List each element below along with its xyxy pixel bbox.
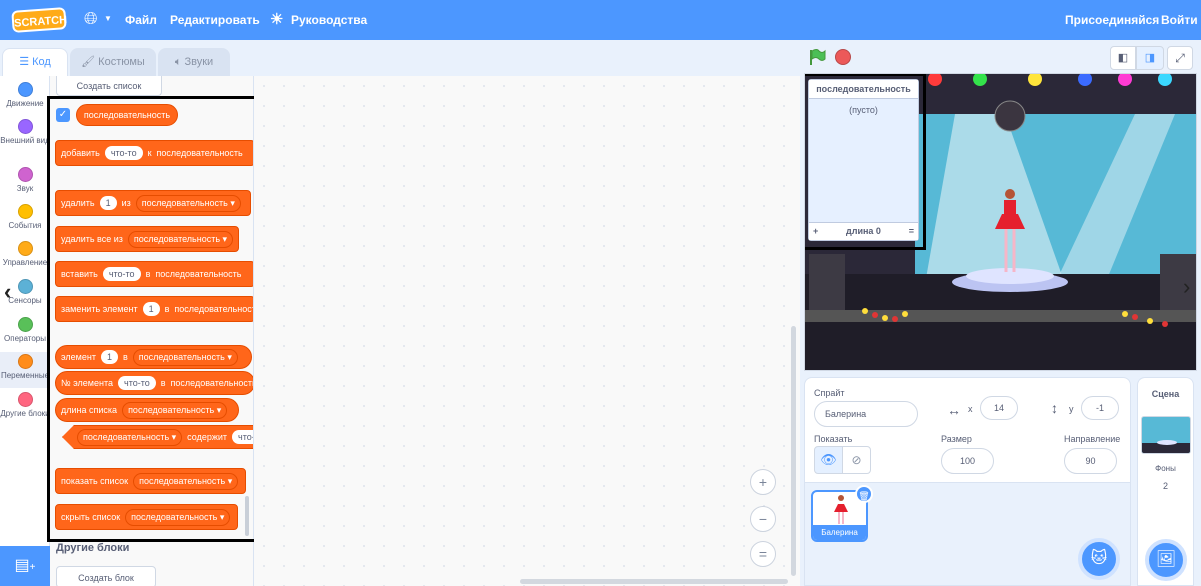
menu-edit[interactable]: Редактировать xyxy=(170,13,260,27)
more-blocks-heading: Другие блоки xyxy=(56,542,130,554)
sprite-list: Балерина 🗑︎ 🐱︎ xyxy=(804,483,1131,586)
scene-title: Сцена xyxy=(1151,389,1180,399)
join-link[interactable]: Присоединяйся xyxy=(1065,13,1159,27)
backdrop-thumbnail[interactable] xyxy=(1141,416,1191,454)
make-list-button[interactable]: Создать список xyxy=(56,76,162,96)
operators-dot-icon xyxy=(17,317,33,332)
chevron-down-icon: ▼ xyxy=(104,14,112,23)
code-area[interactable]: + − = xyxy=(254,76,800,586)
direction-field[interactable]: 90 xyxy=(1064,448,1117,474)
size-label: Размер xyxy=(941,434,972,444)
zoom-out-button[interactable]: − xyxy=(750,506,776,532)
category-looks[interactable]: Внешний вид xyxy=(0,119,50,146)
signin-link[interactable]: Войти xyxy=(1161,13,1198,27)
add-extension-button[interactable]: ▤+ xyxy=(0,546,50,586)
vertical-scrollbar[interactable] xyxy=(791,326,796,576)
category-sound[interactable]: Звук xyxy=(0,167,50,194)
looks-dot-icon xyxy=(17,119,33,134)
lightbulb-icon: ☀ xyxy=(270,11,284,28)
scratch-logo[interactable]: SCRATCH xyxy=(11,7,67,33)
stage[interactable]: последовательность (пусто) + длина 0 = › xyxy=(804,73,1197,371)
small-stage-button[interactable]: ◧ xyxy=(1110,46,1136,70)
highlight-frame xyxy=(47,96,261,542)
horizontal-scrollbar[interactable] xyxy=(520,579,788,584)
my-blocks-dot-icon xyxy=(17,392,33,407)
y-label: y xyxy=(1069,404,1074,414)
stage-nav-right-icon[interactable]: › xyxy=(1183,274,1190,300)
monitor-highlight-frame xyxy=(805,74,926,250)
show-hidden-button[interactable]: ⊘ xyxy=(842,446,871,474)
zoom-in-button[interactable]: + xyxy=(750,469,776,495)
show-visible-button[interactable]: 👁︎ xyxy=(814,446,843,474)
make-block-button[interactable]: Создать блок xyxy=(56,566,156,586)
zoom-reset-button[interactable]: = xyxy=(750,541,776,567)
show-label: Показать xyxy=(814,434,853,444)
sprite-thumb-name: Балерина xyxy=(813,525,866,540)
normal-stage-button[interactable]: ◨ xyxy=(1136,46,1164,70)
menu-bar: SCRATCH 🌐︎ ▼ Файл Редактировать ☀ Руково… xyxy=(0,0,1201,40)
green-flag-icon[interactable] xyxy=(808,48,826,66)
add-backdrop-button[interactable]: 🖼︎ xyxy=(1145,539,1187,581)
scene-panel: Сцена Фоны 2 🖼︎ xyxy=(1137,377,1194,586)
sprite-info-panel: Спрайт Балерина ↔ x 14 ↕ y -1 Показать 👁… xyxy=(804,377,1131,483)
code-icon: ☰ xyxy=(19,56,33,68)
events-dot-icon xyxy=(17,204,33,219)
category-menu: Движение Внешний вид Звук События Управл… xyxy=(0,76,50,546)
x-field[interactable]: 14 xyxy=(980,396,1018,420)
category-events[interactable]: События xyxy=(0,204,50,231)
globe-icon[interactable]: 🌐︎ xyxy=(84,9,98,29)
category-my-blocks[interactable]: Другие блоки xyxy=(0,392,50,419)
backdrops-count: 2 xyxy=(1162,481,1168,491)
backdrops-label: Фоны xyxy=(1155,464,1176,473)
brush-icon: 🖌︎ xyxy=(81,56,99,68)
category-operators[interactable]: Операторы xyxy=(0,317,50,344)
sensing-dot-icon xyxy=(17,279,33,294)
menu-tutorials[interactable]: Руководства xyxy=(291,13,367,27)
tab-costumes[interactable]: 🖌︎ Костюмы xyxy=(70,48,156,76)
category-variables[interactable]: Переменные xyxy=(0,352,50,388)
motion-dot-icon xyxy=(17,82,33,97)
chevron-left-icon[interactable]: ‹ xyxy=(4,279,11,305)
menu-file[interactable]: Файл xyxy=(125,13,157,27)
size-field[interactable]: 100 xyxy=(941,448,994,474)
sprite-label: Спрайт xyxy=(814,388,845,398)
delete-sprite-icon[interactable]: 🗑︎ xyxy=(855,485,873,503)
control-dot-icon xyxy=(17,241,33,256)
horizontal-arrows-icon: ↔ xyxy=(947,402,961,418)
category-motion[interactable]: Движение xyxy=(0,82,50,109)
sound-dot-icon xyxy=(17,167,33,182)
add-sprite-button[interactable]: 🐱︎ xyxy=(1078,538,1120,580)
sprite-name-field[interactable]: Балерина xyxy=(814,401,918,427)
tab-code[interactable]: ☰ Код xyxy=(2,48,68,78)
y-field[interactable]: -1 xyxy=(1081,396,1119,420)
tab-sounds[interactable]: 🔈︎ Звуки xyxy=(158,48,230,76)
direction-label: Направление xyxy=(1064,434,1121,444)
category-control[interactable]: Управление xyxy=(0,241,50,268)
fullscreen-button[interactable]: ⤢ xyxy=(1167,46,1193,70)
x-label: x xyxy=(968,404,973,414)
stop-icon[interactable] xyxy=(835,49,851,65)
vertical-arrows-icon: ↕ xyxy=(1051,400,1058,416)
variables-dot-icon xyxy=(17,354,33,369)
